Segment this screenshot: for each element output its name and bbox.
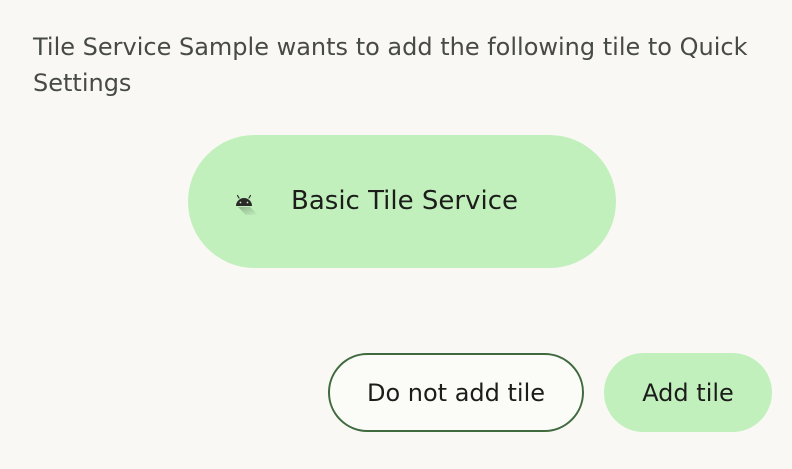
add-tile-label: Add tile (642, 378, 734, 407)
tile-label: Basic Tile Service (291, 186, 518, 216)
do-not-add-tile-label: Do not add tile (366, 378, 546, 407)
android-icon (234, 191, 258, 215)
dialog-message: Tile Service Sample wants to add the fol… (33, 33, 748, 97)
do-not-add-tile-button[interactable]: Do not add tile (328, 353, 584, 432)
add-tile-button[interactable]: Add tile (604, 353, 772, 432)
